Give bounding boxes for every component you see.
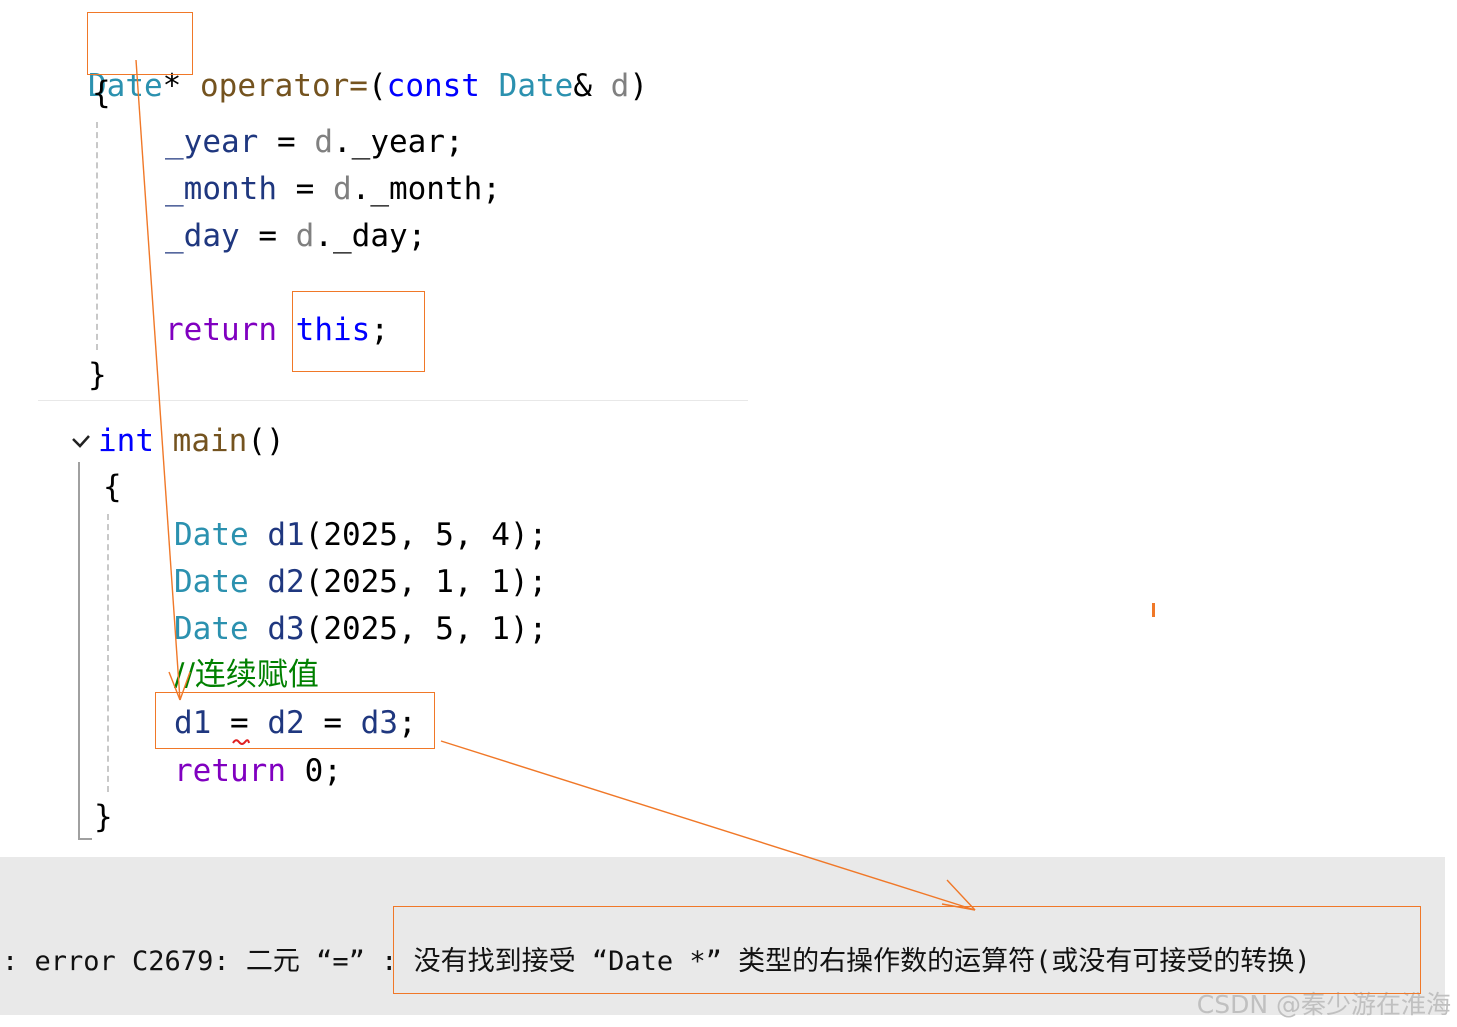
- annotation-arrows: [135, 59, 976, 911]
